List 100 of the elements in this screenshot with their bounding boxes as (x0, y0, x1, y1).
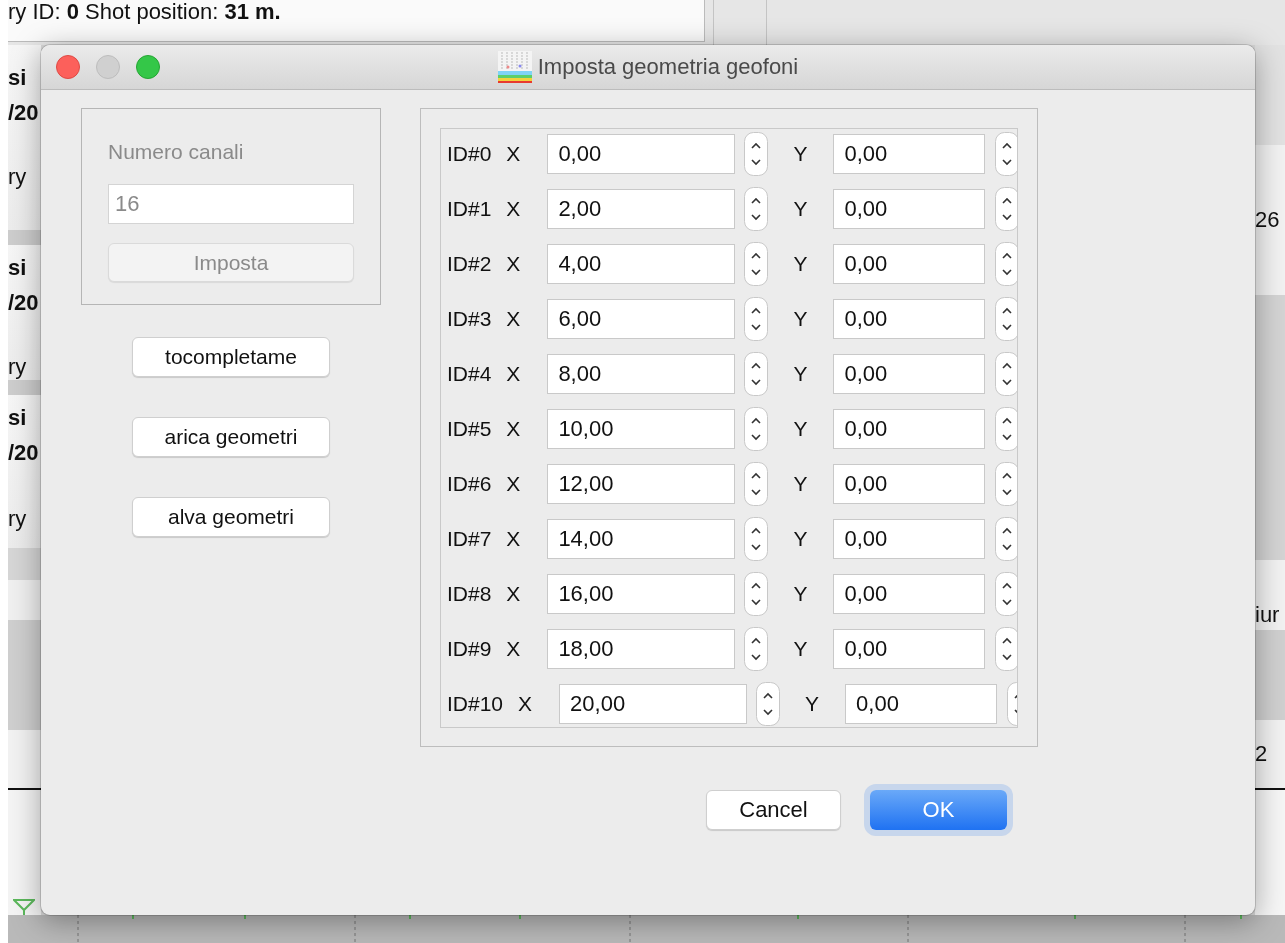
y-label: Y (805, 692, 820, 716)
stepper-control[interactable] (995, 242, 1017, 286)
y-label: Y (793, 637, 808, 661)
y-label: Y (793, 362, 808, 386)
x-label: X (506, 637, 521, 661)
stepper-control[interactable] (995, 132, 1017, 176)
x-coordinate-field[interactable]: 12,00 (547, 464, 736, 504)
side-button[interactable]: tocompletame (132, 337, 330, 377)
stepper-control[interactable] (995, 517, 1017, 561)
cancel-button[interactable]: Cancel (706, 790, 841, 830)
y-coordinate-field[interactable]: 0,00 (833, 629, 986, 669)
y-label: Y (793, 307, 808, 331)
card-text: ry (8, 354, 28, 380)
stepper-control[interactable] (744, 132, 769, 176)
stepper-control[interactable] (744, 187, 769, 231)
x-label: X (506, 252, 521, 276)
x-label: X (506, 417, 521, 441)
y-coordinate-field[interactable]: 0,00 (833, 244, 986, 284)
geophone-id: ID#1 (447, 197, 492, 221)
card-text: ry (8, 164, 28, 190)
y-label: Y (793, 197, 808, 221)
x-coordinate-field[interactable]: 10,00 (547, 409, 736, 449)
card-title: si (8, 65, 28, 91)
y-coordinate-field[interactable]: 0,00 (833, 574, 986, 614)
stepper-control[interactable] (995, 462, 1017, 506)
background-text: 2 (1255, 741, 1268, 767)
background-text: 26 (1255, 207, 1280, 233)
stepper-control[interactable] (744, 517, 769, 561)
stepper-control[interactable] (744, 242, 769, 286)
x-coordinate-field[interactable]: 6,00 (547, 299, 736, 339)
geophone-id: ID#6 (447, 472, 492, 496)
card-title: si (8, 255, 28, 281)
geophone-id: ID#2 (447, 252, 492, 276)
x-label: X (518, 692, 533, 716)
stepper-control[interactable] (744, 462, 769, 506)
stepper-control[interactable] (744, 352, 769, 396)
x-label: X (506, 582, 521, 606)
stepper-control[interactable] (995, 352, 1017, 396)
card-date: /20 (8, 290, 40, 316)
x-label: X (506, 472, 521, 496)
x-coordinate-field[interactable]: 2,00 (547, 189, 736, 229)
x-coordinate-field[interactable]: 8,00 (547, 354, 736, 394)
y-coordinate-field[interactable]: 0,00 (833, 299, 986, 339)
y-coordinate-field[interactable]: 0,00 (833, 409, 986, 449)
close-button[interactable] (56, 55, 80, 79)
y-coordinate-field[interactable]: 0,00 (833, 189, 986, 229)
stepper-control[interactable] (756, 682, 781, 726)
x-coordinate-field[interactable]: 14,00 (547, 519, 736, 559)
channel-count-label: Numero canali (108, 139, 245, 165)
stepper-control[interactable] (995, 407, 1017, 451)
separator-band (8, 380, 41, 395)
y-coordinate-field[interactable]: 0,00 (833, 464, 986, 504)
y-coordinate-field[interactable]: 0,00 (833, 354, 986, 394)
card-title: si (8, 405, 28, 431)
x-coordinate-field[interactable]: 0,00 (547, 134, 736, 174)
stepper-control[interactable] (744, 627, 769, 671)
window-title: Imposta geometria geofoni (537, 54, 799, 80)
x-label: X (506, 362, 521, 386)
zoom-button[interactable] (136, 55, 160, 79)
geophone-id: ID#7 (447, 527, 492, 551)
y-label: Y (793, 582, 808, 606)
geophone-id: ID#0 (447, 142, 492, 166)
geophone-id: ID#4 (447, 362, 492, 386)
stepper-control[interactable] (995, 297, 1017, 341)
geophone-id: ID#9 (447, 637, 492, 661)
y-label: Y (793, 527, 808, 551)
stepper-control[interactable] (744, 572, 769, 616)
x-label: X (506, 307, 521, 331)
y-label: Y (793, 417, 808, 441)
card-text: ry (8, 506, 28, 532)
geophone-id: ID#8 (447, 582, 492, 606)
x-label: X (506, 197, 521, 221)
x-coordinate-field[interactable]: 4,00 (547, 244, 736, 284)
header-text: ry ID: 0 Shot position: 31 m. (8, 0, 281, 24)
side-button[interactable]: arica geometri (132, 417, 330, 457)
y-coordinate-field[interactable]: 0,00 (833, 134, 986, 174)
x-label: X (506, 527, 521, 551)
card-date: /20 (8, 100, 40, 126)
stepper-control[interactable] (744, 407, 769, 451)
y-label: Y (793, 252, 808, 276)
stepper-control[interactable] (744, 297, 769, 341)
background-panel (8, 548, 41, 580)
stepper-control[interactable] (995, 627, 1017, 671)
stepper-control[interactable] (995, 187, 1017, 231)
x-coordinate-field[interactable]: 20,00 (559, 684, 748, 724)
card-date: /20 (8, 440, 40, 466)
y-label: Y (793, 472, 808, 496)
y-coordinate-field[interactable]: 0,00 (845, 684, 998, 724)
geophone-id: ID#3 (447, 307, 492, 331)
background-text: iur (1255, 602, 1280, 628)
x-coordinate-field[interactable]: 18,00 (547, 629, 736, 669)
side-button[interactable]: alva geometri (132, 497, 330, 537)
app-icon (497, 51, 532, 83)
y-coordinate-field[interactable]: 0,00 (833, 519, 986, 559)
geophone-id: ID#10 (447, 692, 504, 716)
x-coordinate-field[interactable]: 16,00 (547, 574, 736, 614)
x-label: X (506, 142, 521, 166)
geophone-icon (13, 899, 35, 915)
stepper-control[interactable] (995, 572, 1017, 616)
geophone-id: ID#5 (447, 417, 492, 441)
